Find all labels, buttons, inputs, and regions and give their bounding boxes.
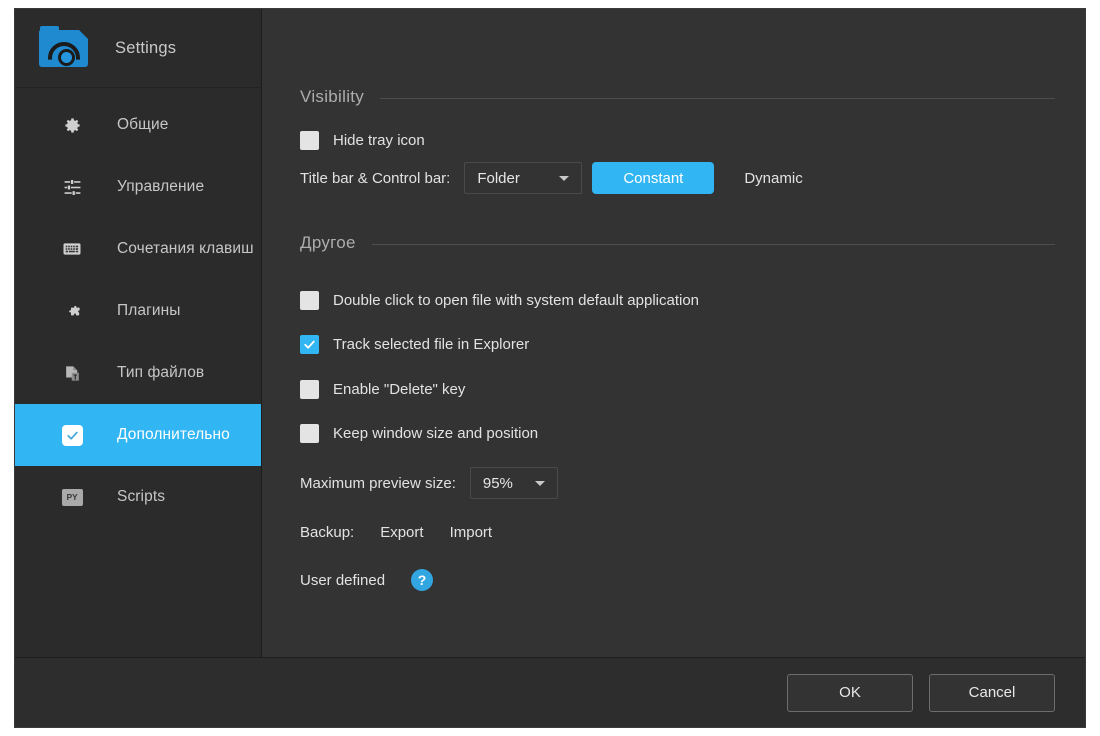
- track-selected-file-label: Track selected file in Explorer: [333, 336, 530, 353]
- sidebar-item-label: Сочетания клавиш: [117, 240, 254, 257]
- section-title: Visibility: [300, 87, 365, 106]
- sidebar-item-general[interactable]: Общие: [15, 94, 261, 156]
- section-divider: [380, 98, 1055, 99]
- gear-icon: [59, 112, 85, 138]
- sidebar-item-plugins[interactable]: Плагины: [15, 280, 261, 342]
- keyboard-icon: [59, 236, 85, 262]
- file-type-icon: [59, 360, 85, 386]
- page-title: Settings: [115, 38, 177, 57]
- python-badge-icon: PY: [59, 484, 85, 510]
- sidebar: Settings Общие Управление Сочетания клав…: [15, 9, 262, 657]
- section-title: Другое: [300, 233, 356, 252]
- double-click-open-label: Double click to open file with system de…: [333, 292, 700, 309]
- enable-delete-key-checkbox[interactable]: [300, 380, 319, 399]
- constant-mode-button[interactable]: Constant: [592, 162, 715, 194]
- hide-tray-icon-checkbox[interactable]: [300, 131, 319, 150]
- enable-delete-key-row[interactable]: Enable "Delete" key: [300, 380, 465, 399]
- puzzle-piece-icon: [59, 298, 85, 324]
- enable-delete-key-label: Enable "Delete" key: [333, 381, 466, 398]
- backup-row: Backup: Export Import: [300, 524, 492, 541]
- sidebar-item-advanced[interactable]: Дополнительно: [15, 404, 261, 466]
- keep-window-size-row[interactable]: Keep window size and position: [300, 424, 538, 443]
- window-body: Settings Общие Управление Сочетания клав…: [15, 9, 1085, 657]
- section-header-visibility: Visibility: [300, 87, 1055, 107]
- user-defined-row: User defined ?: [300, 569, 434, 591]
- settings-content-panel: Visibility Hide tray icon Title bar & Co…: [262, 9, 1085, 657]
- sidebar-nav-list: Общие Управление Сочетания клавиш Плагин…: [15, 88, 261, 657]
- hide-tray-icon-row[interactable]: Hide tray icon: [300, 131, 425, 150]
- title-bar-source-value: Folder: [477, 169, 520, 187]
- backup-label: Backup:: [300, 524, 355, 541]
- cancel-button[interactable]: Cancel: [929, 673, 1055, 712]
- checkbox-icon: [59, 422, 85, 448]
- max-preview-size-label: Maximum preview size:: [300, 474, 456, 492]
- sidebar-item-label: Дополнительно: [117, 426, 230, 443]
- title-bar-source-dropdown[interactable]: Folder: [464, 162, 583, 194]
- user-defined-label: User defined: [300, 571, 386, 589]
- section-header-other: Другое: [300, 233, 1055, 253]
- section-divider: [371, 244, 1055, 245]
- title-control-bar-row: Title bar & Control bar: Folder Constant…: [300, 162, 803, 194]
- question-mark-icon[interactable]: ?: [411, 569, 434, 591]
- ok-button[interactable]: OK: [787, 673, 913, 712]
- track-selected-file-checkbox[interactable]: [300, 335, 319, 354]
- dynamic-mode-button[interactable]: Dynamic: [744, 170, 802, 187]
- dialog-footer: OK Cancel: [15, 657, 1085, 727]
- settings-window: Settings Общие Управление Сочетания клав…: [14, 8, 1086, 728]
- folder-camera-icon: [39, 26, 89, 70]
- max-preview-size-value: 95%: [482, 474, 513, 492]
- sidebar-item-label: Плагины: [117, 302, 181, 319]
- sidebar-item-management[interactable]: Управление: [15, 156, 261, 218]
- chevron-down-icon: [559, 175, 570, 181]
- keep-window-size-checkbox[interactable]: [300, 424, 319, 443]
- sidebar-item-label: Общие: [117, 116, 169, 133]
- chevron-down-icon: [534, 480, 545, 486]
- title-control-bar-label: Title bar & Control bar:: [300, 169, 451, 187]
- import-button[interactable]: Import: [450, 524, 493, 541]
- double-click-open-row[interactable]: Double click to open file with system de…: [300, 291, 699, 310]
- max-preview-size-dropdown[interactable]: 95%: [469, 467, 558, 499]
- max-preview-size-row: Maximum preview size: 95%: [300, 467, 558, 499]
- sidebar-item-label: Scripts: [117, 488, 166, 505]
- hide-tray-icon-label: Hide tray icon: [333, 132, 425, 149]
- sidebar-header: Settings: [15, 9, 261, 88]
- sidebar-item-label: Управление: [117, 178, 205, 195]
- sidebar-item-file-types[interactable]: Тип файлов: [15, 342, 261, 404]
- track-selected-file-row[interactable]: Track selected file in Explorer: [300, 335, 529, 354]
- export-button[interactable]: Export: [380, 524, 423, 541]
- double-click-open-checkbox[interactable]: [300, 291, 319, 310]
- sidebar-item-label: Тип файлов: [117, 364, 205, 381]
- sidebar-item-shortcuts[interactable]: Сочетания клавиш: [15, 218, 261, 280]
- keep-window-size-label: Keep window size and position: [333, 425, 539, 442]
- sidebar-item-scripts[interactable]: PY Scripts: [15, 466, 261, 528]
- sliders-icon: [59, 174, 85, 200]
